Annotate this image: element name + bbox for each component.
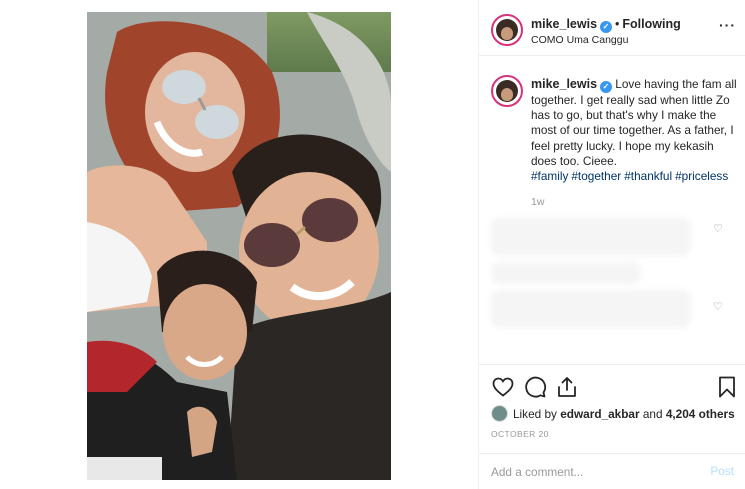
hashtag-link[interactable]: #thankful bbox=[624, 169, 672, 183]
author-username[interactable]: mike_lewis bbox=[531, 17, 597, 31]
separator-dot: • bbox=[615, 17, 620, 31]
liker-avatar[interactable] bbox=[491, 405, 508, 422]
caption-avatar[interactable] bbox=[491, 75, 523, 107]
comment-input[interactable] bbox=[491, 463, 691, 481]
blurred-comment bbox=[491, 290, 691, 328]
liker-username[interactable]: edward_akbar bbox=[560, 407, 639, 421]
share-icon[interactable] bbox=[555, 375, 579, 399]
likes-count-link[interactable]: 4,204 others bbox=[666, 407, 735, 421]
verified-badge-icon: ✓ bbox=[600, 21, 613, 33]
blurred-comment bbox=[491, 262, 641, 284]
hashtag-link[interactable]: #priceless bbox=[675, 169, 728, 183]
hashtag-list: #family #together #thankful #priceless bbox=[531, 169, 741, 184]
hashtag-link[interactable]: #family bbox=[531, 169, 568, 183]
caption-text-block: mike_lewis ✓ Love having the fam all toge… bbox=[531, 77, 741, 184]
comment-like-icon[interactable]: ♡ bbox=[713, 302, 723, 313]
blurred-comment bbox=[491, 218, 691, 256]
following-button[interactable]: Following bbox=[622, 17, 680, 31]
instagram-post: mike_lewis ✓ • Following COMO Uma Canggu ··… bbox=[0, 0, 745, 489]
bookmark-icon[interactable] bbox=[715, 375, 739, 399]
author-avatar[interactable] bbox=[491, 14, 523, 46]
selfie-image bbox=[87, 12, 391, 480]
likes-prefix: Liked by bbox=[513, 406, 557, 421]
caption-username[interactable]: mike_lewis bbox=[531, 77, 597, 91]
likes-middle: and bbox=[642, 406, 663, 421]
hashtag-link[interactable]: #together bbox=[571, 169, 621, 183]
post-comment-button[interactable]: Post bbox=[710, 464, 734, 478]
ellipsis-icon[interactable]: ··· bbox=[719, 18, 736, 32]
avatar-image bbox=[496, 80, 518, 102]
post-date[interactable]: OCTOBER 20 bbox=[491, 429, 549, 439]
avatar-image bbox=[496, 19, 518, 41]
location-link[interactable]: COMO Uma Canggu bbox=[531, 34, 628, 46]
post-photo[interactable] bbox=[87, 12, 391, 480]
caption-time-ago[interactable]: 1w bbox=[531, 196, 544, 208]
post-sidebar: mike_lewis ✓ • Following COMO Uma Canggu ··… bbox=[478, 0, 745, 489]
comment-bar: Post bbox=[479, 453, 745, 489]
post-header: mike_lewis ✓ • Following COMO Uma Canggu ··… bbox=[479, 0, 745, 56]
comment-icon[interactable] bbox=[523, 375, 547, 399]
verified-badge-icon: ✓ bbox=[600, 81, 613, 93]
heart-icon[interactable] bbox=[491, 375, 515, 399]
header-line: mike_lewis ✓ • Following bbox=[531, 17, 681, 33]
comment-like-icon[interactable]: ♡ bbox=[713, 224, 723, 235]
likes-summary: Liked by edward_akbar and 4,204 others bbox=[491, 405, 735, 422]
